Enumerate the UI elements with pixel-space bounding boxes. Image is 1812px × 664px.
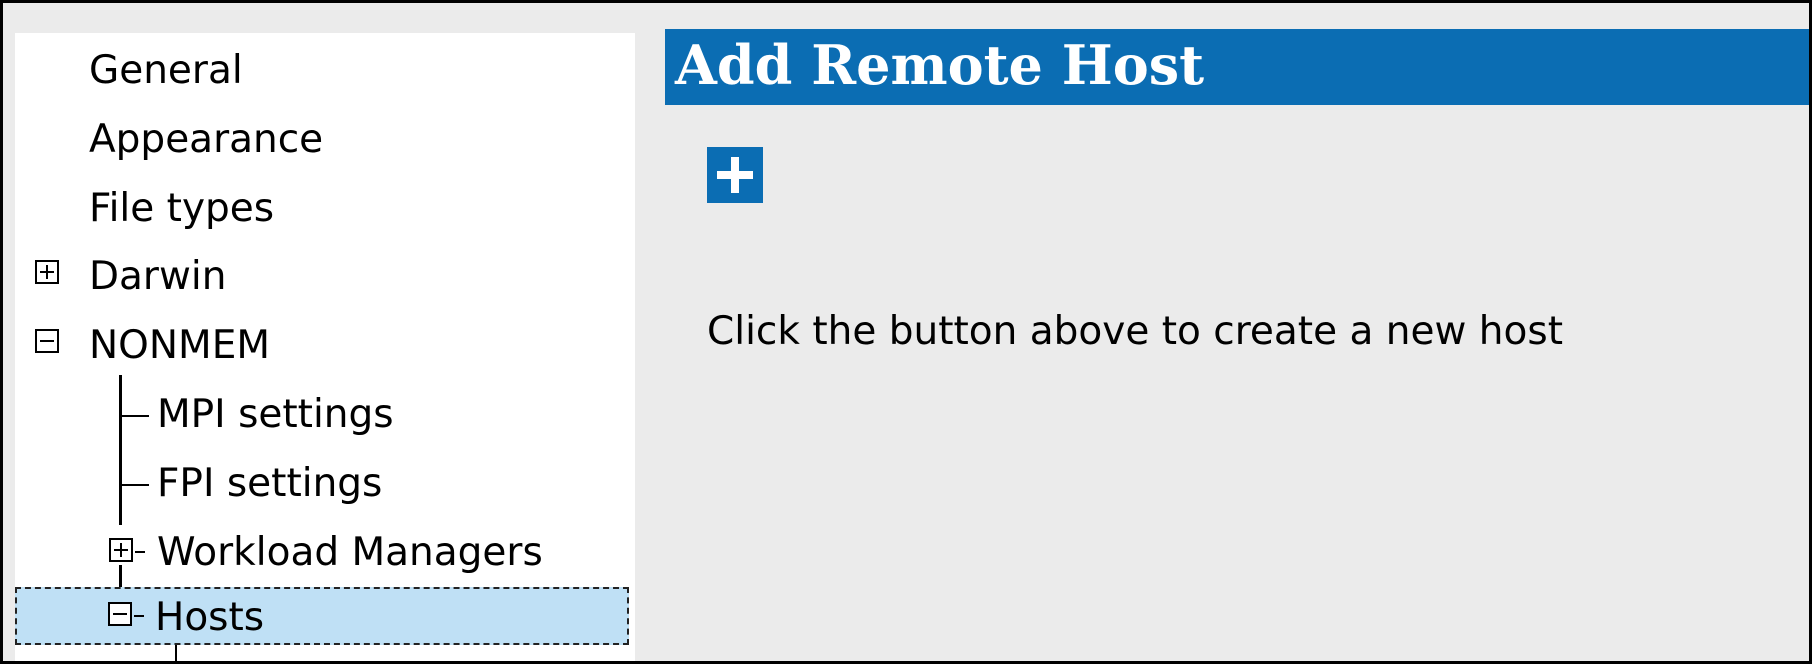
- hint-text: Click the button above to create a new h…: [707, 309, 1563, 354]
- tree-item-label: General: [89, 48, 243, 93]
- tree-item-file-types[interactable]: File types: [89, 183, 274, 235]
- collapse-icon[interactable]: [108, 602, 132, 626]
- add-host-button[interactable]: [707, 147, 763, 203]
- tree-item-label: Hosts: [155, 595, 265, 640]
- tree-item-workload-managers[interactable]: Workload Managers: [157, 527, 543, 579]
- tree-item-darwin[interactable]: Darwin: [89, 251, 226, 303]
- settings-tree: General Appearance File types Darwin NON…: [15, 33, 635, 661]
- expand-icon[interactable]: [109, 538, 133, 562]
- panel-title: Add Remote Host: [675, 33, 1205, 97]
- tree-item-nonmem[interactable]: NONMEM: [89, 320, 270, 372]
- tree-connector-line: [135, 551, 145, 553]
- panel-header: Add Remote Host: [665, 29, 1809, 105]
- expand-icon[interactable]: [35, 260, 59, 284]
- tree-connector-line: [134, 615, 144, 617]
- tree-item-label: Appearance: [89, 117, 324, 162]
- tree-item-label: Darwin: [89, 254, 227, 299]
- tree-item-general[interactable]: General: [89, 45, 243, 97]
- tree-item-label: FPI settings: [157, 461, 383, 506]
- tree-item-hosts[interactable]: Hosts: [15, 587, 629, 645]
- host-settings-panel: Add Remote Host Click the button above t…: [665, 29, 1809, 661]
- tree-item-label: Workload Managers: [157, 530, 543, 575]
- tree-item-fpi-settings[interactable]: FPI settings: [157, 458, 382, 510]
- tree-item-appearance[interactable]: Appearance: [89, 114, 323, 166]
- tree-item-mpi-settings[interactable]: MPI settings: [157, 389, 394, 441]
- plus-icon: [707, 147, 763, 203]
- tree-item-label: NONMEM: [89, 323, 270, 368]
- collapse-icon[interactable]: [35, 329, 59, 353]
- tree-connector-line: [119, 375, 122, 525]
- tree-connector-line: [119, 415, 149, 417]
- tree-connector-line: [119, 484, 149, 486]
- tree-connector-line: [175, 645, 177, 661]
- tree-item-label: File types: [89, 186, 275, 231]
- tree-item-label: MPI settings: [157, 392, 394, 437]
- preferences-window: General Appearance File types Darwin NON…: [0, 0, 1812, 664]
